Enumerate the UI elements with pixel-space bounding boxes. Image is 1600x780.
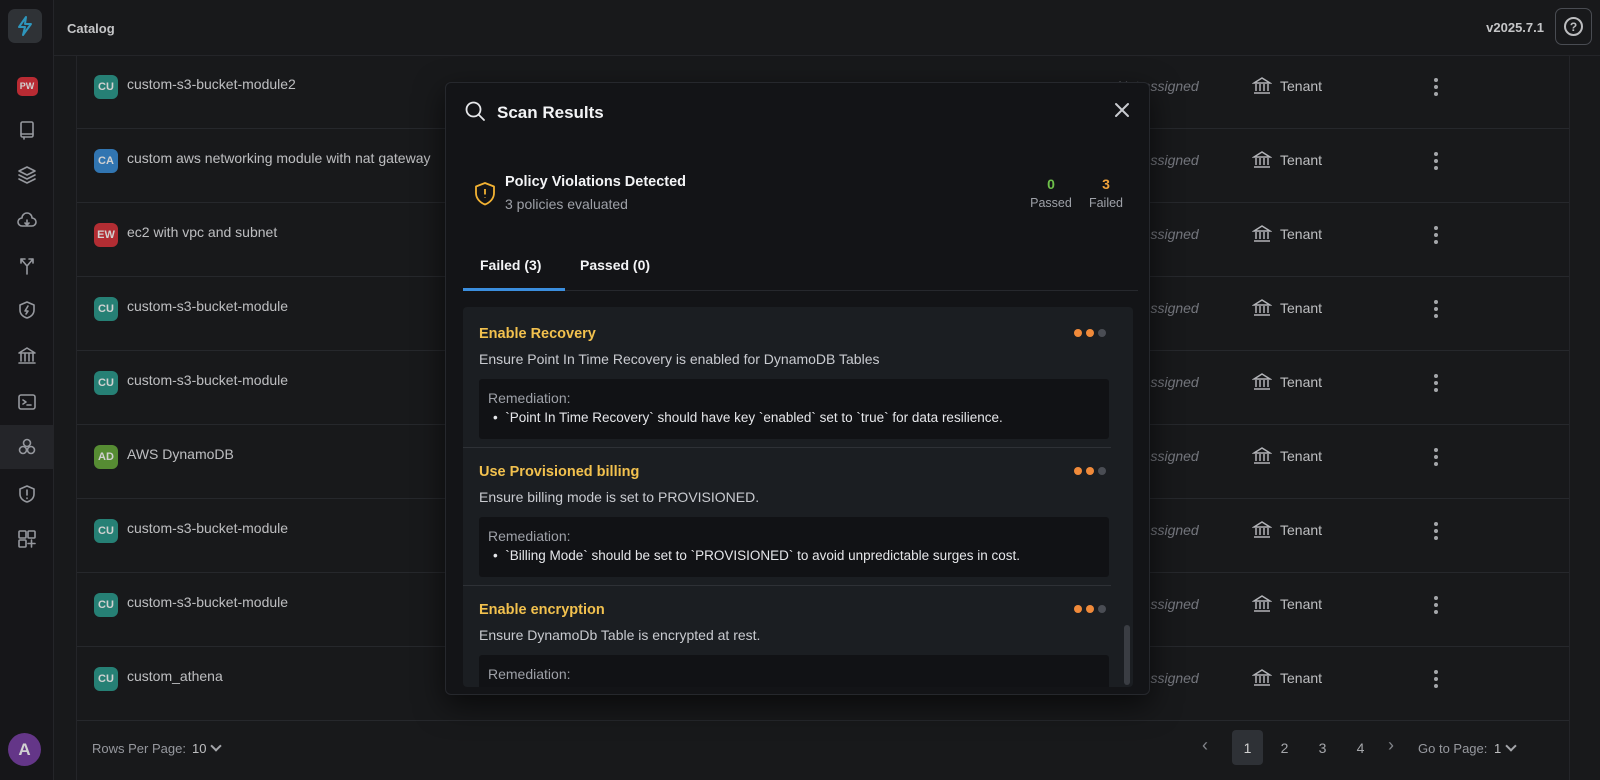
result-tabs: Failed (3) Passed (0) <box>463 243 1138 291</box>
summary-subtitle: 3 policies evaluated <box>505 196 628 212</box>
policy-description: Ensure billing mode is set to PROVISIONE… <box>479 489 760 505</box>
remediation-label: Remediation: <box>488 528 571 544</box>
policy-description: Ensure DynamoDb Table is encrypted at re… <box>479 627 761 643</box>
results-list: Enable Recovery Ensure Point In Time Reco… <box>463 307 1133 687</box>
modal-title: Scan Results <box>497 103 604 122</box>
severity-indicator <box>1074 329 1106 337</box>
policy-result-item: Enable encryption Ensure DynamoDb Table i… <box>463 583 1111 687</box>
summary-title: Policy Violations Detected <box>505 174 687 190</box>
failed-label: Failed <box>1088 196 1124 210</box>
failed-count: 3 <box>1102 176 1110 192</box>
remediation-step: • `Point In Time Recovery` should have k… <box>493 410 1003 425</box>
policy-description: Ensure Point In Time Recovery is enabled… <box>479 351 880 367</box>
remediation-text: `Point In Time Recovery` should have key… <box>505 410 1003 425</box>
close-button[interactable] <box>1111 99 1133 121</box>
remediation-box: Remediation: • `Billing Mode` should be s… <box>479 517 1109 577</box>
policy-result-item: Use Provisioned billing Ensure billing mo… <box>463 445 1111 586</box>
search-icon <box>464 100 486 122</box>
failed-stat: 3 Failed <box>1081 176 1131 210</box>
policy-title: Enable encryption <box>479 602 605 618</box>
remediation-box: Remediation: • `Point In Time Recovery` s… <box>479 379 1109 439</box>
remediation-label: Remediation: <box>488 666 571 682</box>
shield-warning-icon <box>473 181 497 207</box>
passed-label: Passed <box>1030 196 1072 210</box>
policy-title: Use Provisioned billing <box>479 464 640 480</box>
active-tab-indicator <box>463 288 565 291</box>
close-icon <box>1115 103 1129 117</box>
policy-result-item: Enable Recovery Ensure Point In Time Reco… <box>463 307 1111 448</box>
scrollbar-thumb[interactable] <box>1124 625 1130 685</box>
severity-indicator <box>1074 467 1106 475</box>
tab-failed[interactable]: Failed (3) <box>480 257 541 273</box>
remediation-box: Remediation: <box>479 655 1109 687</box>
remediation-step: • `Billing Mode` should be set to `PROVI… <box>493 548 1020 563</box>
remediation-label: Remediation: <box>488 390 571 406</box>
severity-indicator <box>1074 605 1106 613</box>
scan-results-modal: Scan Results Policy Violations Detected … <box>445 82 1150 695</box>
policy-title: Enable Recovery <box>479 326 596 342</box>
passed-stat: 0 Passed <box>1026 176 1076 210</box>
tab-passed[interactable]: Passed (0) <box>580 257 650 273</box>
passed-count: 0 <box>1047 176 1055 192</box>
remediation-text: `Billing Mode` should be set to `PROVISI… <box>505 548 1020 563</box>
